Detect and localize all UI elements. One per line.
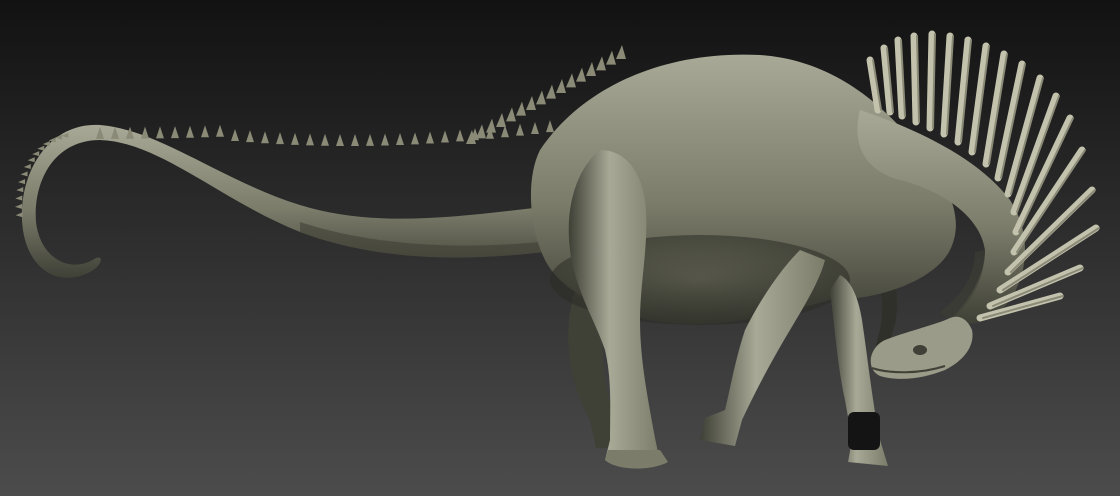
dinosaur-render bbox=[0, 0, 1120, 496]
render-viewport bbox=[0, 0, 1120, 496]
leg-bandage bbox=[848, 412, 880, 450]
neck-spine bbox=[910, 32, 920, 126]
neck-spine bbox=[926, 30, 936, 132]
